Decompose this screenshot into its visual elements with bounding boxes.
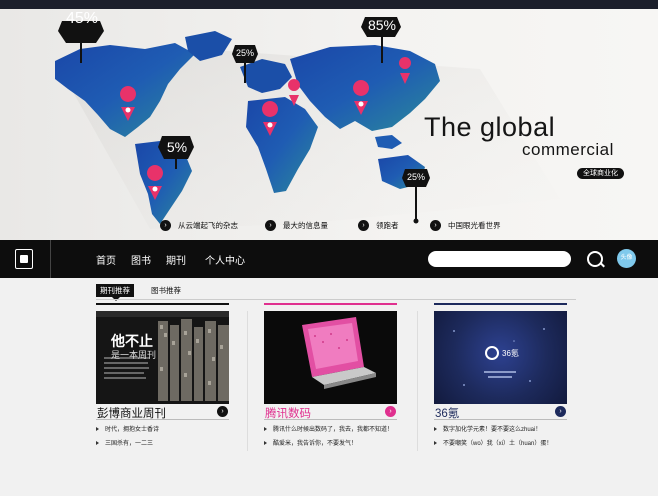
tab-periodicals[interactable]: 期刊推荐 <box>96 284 134 301</box>
list-item[interactable]: 数字加化学元素！要不要这么zhuai！ <box>434 424 541 433</box>
list-item-text: 数字加化学元素！要不要这么zhuai！ <box>443 427 542 433</box>
list-item-text: 酷爱米，我告诉你，不要发气！ <box>273 441 358 447</box>
list-item-text: 不要嘲笑（wo）我（xi）土（huan）蛋！ <box>443 441 553 447</box>
bullet-triangle-icon <box>434 426 437 431</box>
list-item-text: 时代，拥抱女士香诗 <box>105 427 160 433</box>
feature-item-2[interactable]: › 最大的信息量 <box>265 220 328 231</box>
hero-banner: 45% 25% 85% 5% 25% The global commercial… <box>0 9 658 240</box>
list-item[interactable]: 腾讯什么时候出数码了，我去，我都不知道！ <box>264 424 393 433</box>
hero-title: The global <box>424 112 556 142</box>
stat-badge-5: 5% <box>166 139 188 155</box>
feature-label: 最大的信息量 <box>283 221 328 230</box>
card-divider <box>247 311 248 451</box>
feature-label: 领跑者 <box>376 221 399 230</box>
stat-badge-45: 45% <box>65 10 99 27</box>
bullet-triangle-icon <box>96 440 99 445</box>
magazine-card-bloomberg[interactable]: 他不止 是一本周刊 彭博商业周刊 › 时代，拥抱女士香诗 三国杀有，一二三 <box>96 303 229 450</box>
feature-label: 中国眼光看世界 <box>448 221 501 230</box>
stat-badge-85: 85% <box>367 17 397 33</box>
avatar[interactable]: 头像 <box>617 249 636 268</box>
card-divider <box>417 311 418 451</box>
world-map-graphic <box>55 17 560 229</box>
list-item-text: 腾讯什么时候出数码了，我去，我都不知道！ <box>273 427 394 433</box>
card-accent-bar <box>264 303 397 305</box>
arrow-right-icon: › <box>160 220 171 231</box>
list-item[interactable]: 三国杀有，一二三 <box>96 438 153 447</box>
arrow-right-icon: › <box>358 220 369 231</box>
magazine-card-tencent[interactable]: 腾讯数码 › 腾讯什么时候出数码了，我去，我都不知道！ 酷爱米，我告诉你，不要发… <box>264 303 397 450</box>
magazine-cover-image[interactable]: 36氪 <box>434 311 567 404</box>
magazine-cover-image[interactable]: 他不止 是一本周刊 <box>96 311 229 404</box>
stat-badge-25-europe: 25% <box>235 48 254 58</box>
card-accent-bar <box>434 303 567 305</box>
card-accent-bar <box>96 303 229 305</box>
hero-badge: 全球商业化 <box>577 168 624 179</box>
chevron-right-icon[interactable]: › <box>385 406 396 417</box>
top-strip <box>0 0 658 9</box>
card-separator <box>434 419 567 420</box>
arrow-right-icon: › <box>430 220 441 231</box>
list-item[interactable]: 酷爱米，我告诉你，不要发气！ <box>264 438 357 447</box>
bullet-triangle-icon <box>264 426 267 431</box>
feature-item-3[interactable]: › 领跑者 <box>358 220 399 231</box>
cover-logo-text: 36氪 <box>502 349 519 358</box>
tab-books[interactable]: 图书推荐 <box>147 284 185 297</box>
chevron-right-icon[interactable]: › <box>555 406 566 417</box>
nav-item-periodicals[interactable]: 期刊 <box>166 252 186 267</box>
chevron-right-icon[interactable]: › <box>217 406 228 417</box>
laptop-art <box>264 311 397 404</box>
stat-badge-25-australia: 25% <box>406 172 425 182</box>
list-item[interactable]: 不要嘲笑（wo）我（xi）土（huan）蛋！ <box>434 438 552 447</box>
tab-divider <box>96 299 576 300</box>
logo-icon[interactable] <box>15 249 33 269</box>
feature-label: 从云端起飞的杂志 <box>178 221 238 230</box>
hero-subtitle: commercial <box>522 140 614 159</box>
cover-subheadline: 是一本周刊 <box>111 350 157 360</box>
bullet-triangle-icon <box>434 440 437 445</box>
magazine-card-36kr[interactable]: 36氪 36氪 › 数字加化学元素！要不要这么zhuai！ 不要嘲笑（wo）我（… <box>434 303 567 450</box>
nav-item-books[interactable]: 图书 <box>131 252 151 267</box>
card-separator <box>264 419 397 420</box>
cover-art <box>453 328 545 386</box>
list-item[interactable]: 时代，拥抱女士香诗 <box>96 424 159 433</box>
nav-item-home[interactable]: 首页 <box>96 252 116 267</box>
arrow-right-icon: › <box>265 220 276 231</box>
nav-divider <box>50 240 51 278</box>
bullet-triangle-icon <box>96 426 99 431</box>
search-input[interactable] <box>428 251 571 267</box>
bullet-triangle-icon <box>264 440 267 445</box>
magazine-cover-image[interactable] <box>264 311 397 404</box>
feature-item-1[interactable]: › 从云端起飞的杂志 <box>160 220 238 231</box>
feature-item-4[interactable]: › 中国眼光看世界 <box>430 220 501 231</box>
list-item-text: 三国杀有，一二三 <box>105 441 154 447</box>
card-separator <box>96 419 229 420</box>
nav-item-profile[interactable]: 个人中心 <box>205 252 245 267</box>
search-icon[interactable] <box>587 251 603 267</box>
main-nav-bar: 首页 图书 期刊 个人中心 头像 <box>0 240 658 278</box>
